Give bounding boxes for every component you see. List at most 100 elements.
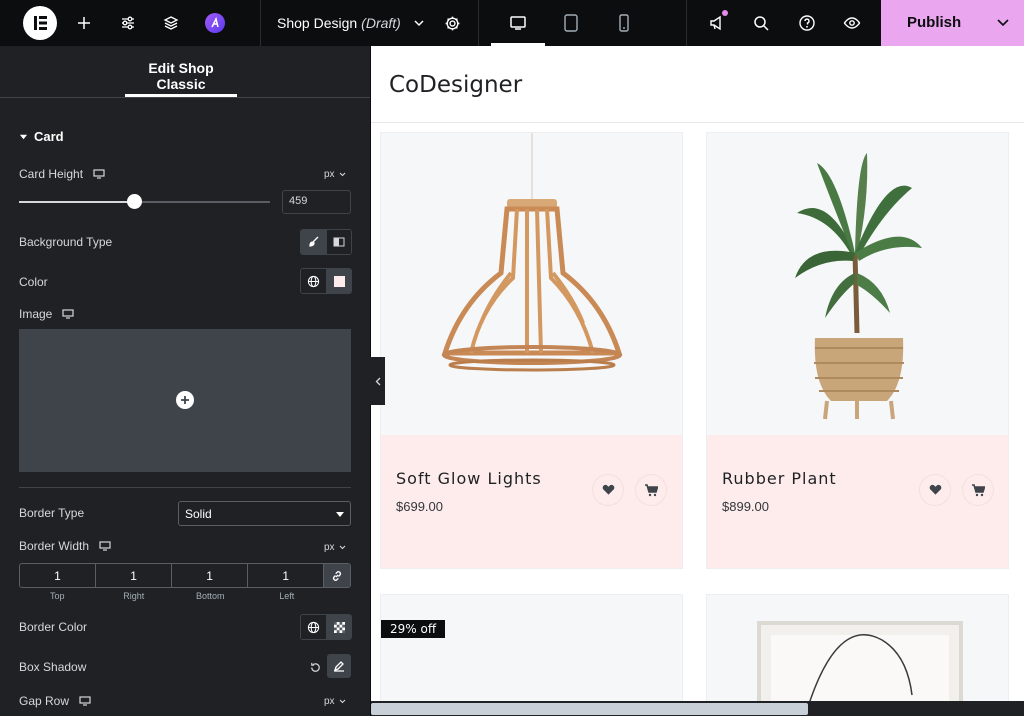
reset-button[interactable] <box>303 655 327 679</box>
ai-button[interactable] <box>201 0 229 46</box>
border-width-left-input[interactable]: 1 <box>248 564 325 587</box>
product-image[interactable] <box>707 133 1008 435</box>
border-width-label-row: Border Width <box>19 539 111 553</box>
desktop-icon <box>510 16 526 30</box>
product-image[interactable] <box>381 595 682 713</box>
heart-icon <box>929 484 941 495</box>
product-card[interactable] <box>706 594 1009 714</box>
section-card-toggle[interactable]: Card <box>19 129 64 144</box>
product-name[interactable]: Rubber Plant <box>722 469 837 488</box>
gap-row-label-row: Gap Row <box>19 694 91 708</box>
color-picker-button[interactable] <box>326 615 351 639</box>
product-name[interactable]: Soft Glow Lights <box>396 469 542 488</box>
chevron-down-icon[interactable] <box>995 15 1011 31</box>
product-price: $699.00 <box>396 499 443 514</box>
reset-icon <box>310 662 320 672</box>
structure-button[interactable] <box>157 0 185 46</box>
background-classic-button[interactable] <box>301 230 326 254</box>
desktop-icon[interactable] <box>79 696 91 706</box>
product-card[interactable]: Soft Glow Lights $699.00 <box>380 132 683 569</box>
elementor-logo[interactable] <box>23 6 57 40</box>
page-settings-button[interactable] <box>439 0 465 46</box>
box-shadow-label: Box Shadow <box>19 660 87 674</box>
notifications-button[interactable] <box>704 0 730 46</box>
potted-plant-image <box>795 153 922 420</box>
pencil-icon <box>333 661 344 672</box>
card-height-input[interactable]: 459 <box>282 190 351 214</box>
search-button[interactable] <box>748 0 774 46</box>
gear-icon <box>445 16 459 30</box>
tablet-icon <box>564 14 578 32</box>
caret-down-icon <box>19 134 28 140</box>
background-gradient-button[interactable] <box>326 230 351 254</box>
global-color-button[interactable] <box>301 269 326 293</box>
border-type-select[interactable]: Solid <box>178 501 351 526</box>
border-color-row: Border Color <box>19 620 87 634</box>
border-width-top-input[interactable]: 1 <box>20 564 97 587</box>
horizontal-scrollbar[interactable] <box>371 701 1024 716</box>
border-color-controls <box>300 614 352 640</box>
border-type-value: Solid <box>185 507 212 521</box>
site-brand[interactable]: CoDesigner <box>389 72 522 98</box>
wishlist-button[interactable] <box>593 475 623 505</box>
border-width-unit-select[interactable]: px <box>324 542 346 553</box>
image-label: Image <box>19 307 53 321</box>
device-desktop-button[interactable] <box>491 0 545 46</box>
notification-dot <box>722 10 728 16</box>
side-label-top: Top <box>49 591 65 601</box>
add-image-icon[interactable] <box>176 391 194 409</box>
edit-box-shadow-button[interactable] <box>327 654 351 678</box>
color-picker-button[interactable] <box>326 269 351 293</box>
global-color-button[interactable] <box>301 615 326 639</box>
card-height-unit-select[interactable]: px <box>324 169 346 180</box>
box-shadow-row: Box Shadow <box>19 660 86 674</box>
product-card[interactable] <box>380 594 683 714</box>
desktop-icon[interactable] <box>93 169 105 179</box>
site-settings-button[interactable] <box>114 0 142 46</box>
document-title[interactable]: Shop Design (Draft) <box>277 0 427 46</box>
desktop-icon[interactable] <box>62 309 74 319</box>
border-width-right-input[interactable]: 1 <box>96 564 173 587</box>
chevron-down-icon <box>339 699 345 704</box>
image-upload-area[interactable] <box>19 329 351 472</box>
side-label-left: Left <box>279 591 295 601</box>
gap-row-unit-select[interactable]: px <box>324 696 346 707</box>
preview-canvas: CoDesigner Soft Glow Lights $699.00 Rubb… <box>371 46 1024 716</box>
section-title: Card <box>34 129 64 144</box>
publish-button[interactable]: Publish <box>881 0 1024 46</box>
card-height-slider[interactable] <box>19 194 270 209</box>
add-to-cart-button[interactable] <box>963 475 993 505</box>
color-swatch <box>333 275 345 287</box>
layers-icon <box>163 16 179 30</box>
document-name: Shop Design <box>277 15 358 31</box>
publish-label: Publish <box>907 14 962 31</box>
product-image[interactable] <box>707 595 1008 713</box>
border-width-inputs: 1 1 1 1 <box>19 563 351 588</box>
border-color-label: Border Color <box>19 620 88 634</box>
desktop-icon[interactable] <box>99 541 111 551</box>
preview-button[interactable] <box>839 0 865 46</box>
help-icon <box>799 15 815 31</box>
device-tablet-button[interactable] <box>558 0 584 46</box>
wishlist-button[interactable] <box>920 475 950 505</box>
border-width-bottom-input[interactable]: 1 <box>172 564 249 587</box>
divider <box>260 0 261 46</box>
collapse-panel-button[interactable] <box>370 357 385 405</box>
divider <box>19 487 351 488</box>
device-mobile-button[interactable] <box>611 0 637 46</box>
add-element-button[interactable] <box>70 0 98 46</box>
product-image[interactable] <box>381 133 682 435</box>
add-to-cart-button[interactable] <box>636 475 666 505</box>
help-button[interactable] <box>794 0 820 46</box>
scrollbar-thumb[interactable] <box>371 703 808 715</box>
brush-icon <box>308 236 318 247</box>
background-type-row: Background Type <box>19 235 112 249</box>
border-type-label: Border Type <box>19 506 85 520</box>
transparent-swatch-icon <box>333 621 345 633</box>
link-values-button[interactable] <box>324 564 350 587</box>
side-label-bottom: Bottom <box>195 591 225 601</box>
slider-thumb[interactable] <box>127 194 143 209</box>
document-status: (Draft) <box>361 15 401 31</box>
product-card[interactable]: Rubber Plant $899.00 <box>706 132 1009 569</box>
tab-edit-shop-classic[interactable]: Edit Shop Classic <box>125 60 237 92</box>
